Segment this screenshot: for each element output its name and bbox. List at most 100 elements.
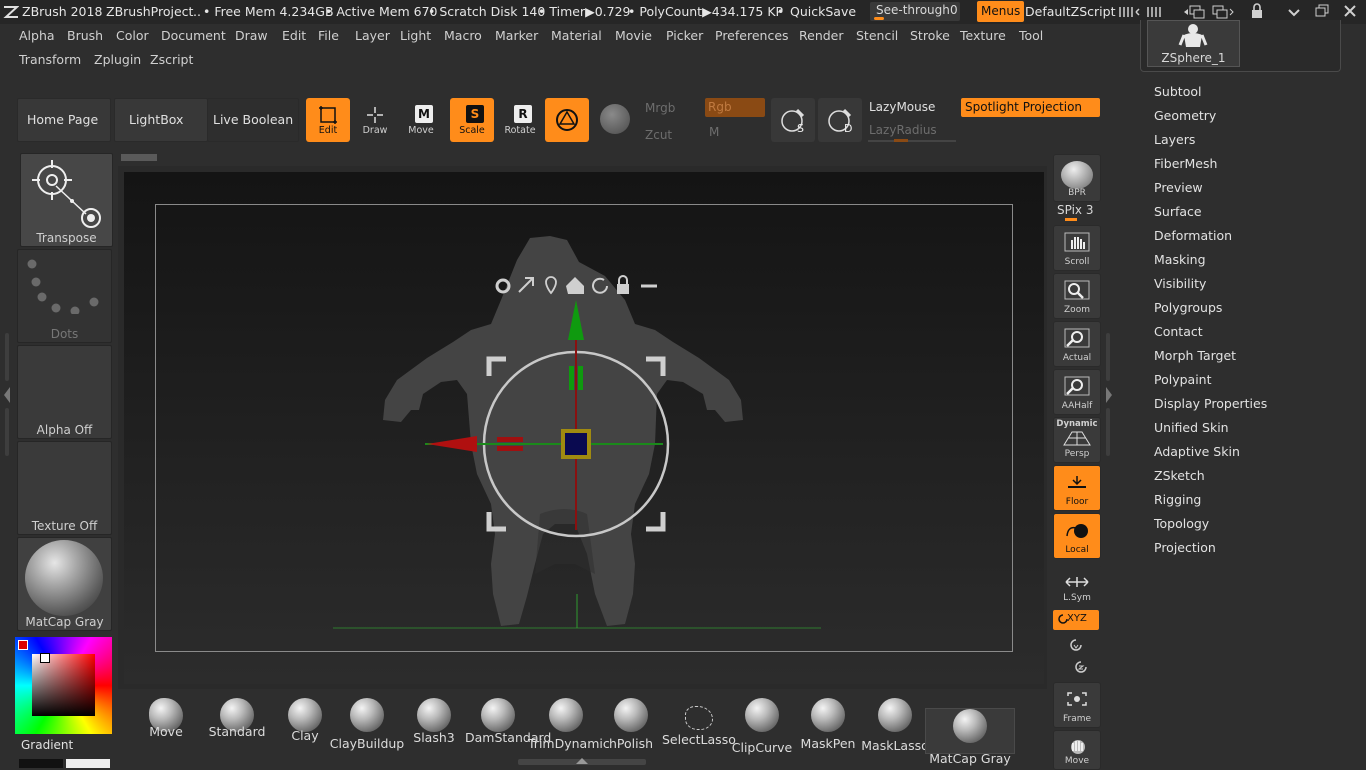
brush-maskpen[interactable]: MaskPen bbox=[801, 696, 855, 752]
brush-slash3[interactable]: Slash3 bbox=[408, 696, 460, 752]
brush-damstandard[interactable]: DamStandard bbox=[465, 696, 551, 752]
right-scroll-top[interactable] bbox=[1106, 333, 1110, 381]
actual-button[interactable]: Actual bbox=[1053, 321, 1101, 367]
move-mode-button[interactable]: M Move bbox=[399, 98, 443, 142]
zcut-button[interactable]: Zcut bbox=[645, 128, 672, 142]
bpr-button[interactable]: BPR bbox=[1053, 154, 1101, 202]
menu-stroke[interactable]: Stroke bbox=[907, 26, 953, 46]
gradient-label[interactable]: Gradient bbox=[21, 738, 73, 752]
menus-toggle-button[interactable]: Menus bbox=[977, 1, 1025, 22]
menu-tool[interactable]: Tool bbox=[1016, 26, 1046, 46]
right-scroll-bottom[interactable] bbox=[1106, 408, 1110, 456]
brush-hpolish[interactable]: hPolish bbox=[606, 696, 656, 752]
solo-mode-icon[interactable] bbox=[600, 104, 630, 134]
menu-texture[interactable]: Texture bbox=[957, 26, 1009, 46]
palette-zsketch[interactable]: ZSketch bbox=[1154, 468, 1205, 483]
menu-macro[interactable]: Macro bbox=[441, 26, 485, 46]
palette-surface[interactable]: Surface bbox=[1154, 204, 1202, 219]
lazymouse-button[interactable]: LazyMouse bbox=[866, 98, 956, 117]
menu-file[interactable]: File bbox=[315, 26, 342, 46]
texture-thumbnail[interactable]: Texture Off bbox=[17, 441, 112, 535]
draw-mode-button[interactable]: Draw bbox=[353, 98, 397, 142]
palette-fibermesh[interactable]: FiberMesh bbox=[1154, 156, 1217, 171]
menu-movie[interactable]: Movie bbox=[612, 26, 655, 46]
palette-adaptive-skin[interactable]: Adaptive Skin bbox=[1154, 444, 1240, 459]
brush-shelf-arrow-icon[interactable] bbox=[574, 757, 590, 765]
material-thumbnail[interactable]: MatCap Gray bbox=[17, 537, 112, 631]
mrgb-button[interactable]: Mrgb bbox=[645, 101, 675, 115]
left-tray-arrow-icon[interactable] bbox=[3, 385, 11, 405]
right-tray-arrow-icon[interactable] bbox=[1105, 385, 1113, 405]
aahalf-button[interactable]: AAHalf bbox=[1053, 369, 1101, 415]
floor-button[interactable]: Floor bbox=[1053, 465, 1101, 511]
zoom-button[interactable]: Zoom bbox=[1053, 273, 1101, 319]
spix-slider[interactable]: SPix 3 bbox=[1053, 203, 1099, 221]
minimize-icon[interactable] bbox=[1287, 5, 1301, 19]
brush-trimdynamic[interactable]: TrimDynamic bbox=[528, 696, 610, 752]
palette-subtool[interactable]: Subtool bbox=[1154, 84, 1201, 99]
stroke-spotlight-button[interactable]: S bbox=[771, 98, 815, 142]
menu-stencil[interactable]: Stencil bbox=[853, 26, 901, 46]
brush-move[interactable]: Move bbox=[140, 696, 192, 752]
ui-layout-icon[interactable] bbox=[1210, 4, 1234, 20]
palette-polygroups[interactable]: Polygroups bbox=[1154, 300, 1222, 315]
palette-display-properties[interactable]: Display Properties bbox=[1154, 396, 1267, 411]
quicksave-button[interactable]: QuickSave bbox=[790, 4, 856, 19]
menu-picker[interactable]: Picker bbox=[663, 26, 706, 46]
palette-projection[interactable]: Projection bbox=[1154, 540, 1216, 555]
restore-icon[interactable] bbox=[1315, 4, 1329, 18]
menu-zscript[interactable]: Zscript bbox=[147, 50, 196, 70]
menu-render[interactable]: Render bbox=[796, 26, 847, 46]
stroke-d-button[interactable]: D bbox=[818, 98, 862, 142]
scroll-button[interactable]: Scroll bbox=[1053, 225, 1101, 271]
stroke-dots-thumbnail[interactable]: Dots bbox=[17, 249, 112, 343]
palette-polypaint[interactable]: Polypaint bbox=[1154, 372, 1212, 387]
menu-preferences[interactable]: Preferences bbox=[712, 26, 792, 46]
tool-thumbnail[interactable]: ZSphere_1 bbox=[1147, 20, 1240, 67]
menu-transform[interactable]: Transform bbox=[16, 50, 84, 70]
palette-layers[interactable]: Layers bbox=[1154, 132, 1195, 147]
move-view-button[interactable]: Move bbox=[1053, 730, 1101, 770]
home-page-button[interactable]: Home Page bbox=[17, 98, 111, 142]
live-boolean-button[interactable]: Live Boolean bbox=[207, 98, 299, 142]
left-scroll-bottom[interactable] bbox=[5, 408, 9, 456]
palette-morph-target[interactable]: Morph Target bbox=[1154, 348, 1236, 363]
menu-zplugin[interactable]: Zplugin bbox=[91, 50, 144, 70]
frame-button[interactable]: Frame bbox=[1053, 682, 1101, 728]
palette-geometry[interactable]: Geometry bbox=[1154, 108, 1216, 123]
xyz-button[interactable]: XYZ bbox=[1053, 610, 1099, 630]
menu-alpha[interactable]: Alpha bbox=[16, 26, 58, 46]
brush-matcap-gray[interactable]: MatCap Gray bbox=[925, 708, 1015, 766]
color-picker[interactable] bbox=[15, 637, 112, 734]
local-button[interactable]: Local bbox=[1053, 513, 1101, 559]
primary-color-swatch[interactable] bbox=[66, 759, 110, 768]
edit-mode-button[interactable]: Edit bbox=[306, 98, 350, 142]
menu-material[interactable]: Material bbox=[548, 26, 605, 46]
brush-masklasso[interactable]: MaskLasso bbox=[861, 696, 929, 753]
palette-rigging[interactable]: Rigging bbox=[1154, 492, 1201, 507]
brush-clay[interactable]: Clay bbox=[280, 696, 330, 752]
menu-light[interactable]: Light bbox=[397, 26, 434, 46]
lazyradius-slider[interactable]: LazyRadius bbox=[866, 122, 956, 142]
persp-button[interactable]: Dynamic Persp bbox=[1053, 417, 1101, 463]
ui-layout-name[interactable]: DefaultZScript bbox=[1025, 4, 1116, 19]
secondary-color-swatch[interactable] bbox=[19, 759, 63, 768]
lock-icon[interactable] bbox=[1250, 3, 1264, 19]
layout-cycle-right-icon[interactable] bbox=[1146, 4, 1168, 20]
gizmo-3d-button[interactable] bbox=[545, 98, 589, 142]
see-through-slider[interactable]: See-through 0 bbox=[870, 2, 960, 21]
rgb-button[interactable]: Rgb bbox=[705, 98, 765, 117]
menu-edit[interactable]: Edit bbox=[279, 26, 309, 46]
m-button[interactable]: M bbox=[709, 125, 719, 139]
color-square[interactable] bbox=[32, 654, 95, 716]
menu-color[interactable]: Color bbox=[113, 26, 152, 46]
palette-deformation[interactable]: Deformation bbox=[1154, 228, 1232, 243]
rotate-y-icon[interactable] bbox=[1068, 637, 1084, 653]
lsym-button[interactable]: L.Sym bbox=[1053, 565, 1101, 607]
transpose-thumbnail[interactable]: Transpose bbox=[20, 153, 113, 247]
brush-standard[interactable]: Standard bbox=[209, 696, 265, 752]
close-icon[interactable] bbox=[1343, 4, 1357, 18]
alpha-thumbnail[interactable]: Alpha Off bbox=[17, 345, 112, 439]
viewport-scene[interactable] bbox=[155, 204, 1011, 650]
palette-contact[interactable]: Contact bbox=[1154, 324, 1203, 339]
